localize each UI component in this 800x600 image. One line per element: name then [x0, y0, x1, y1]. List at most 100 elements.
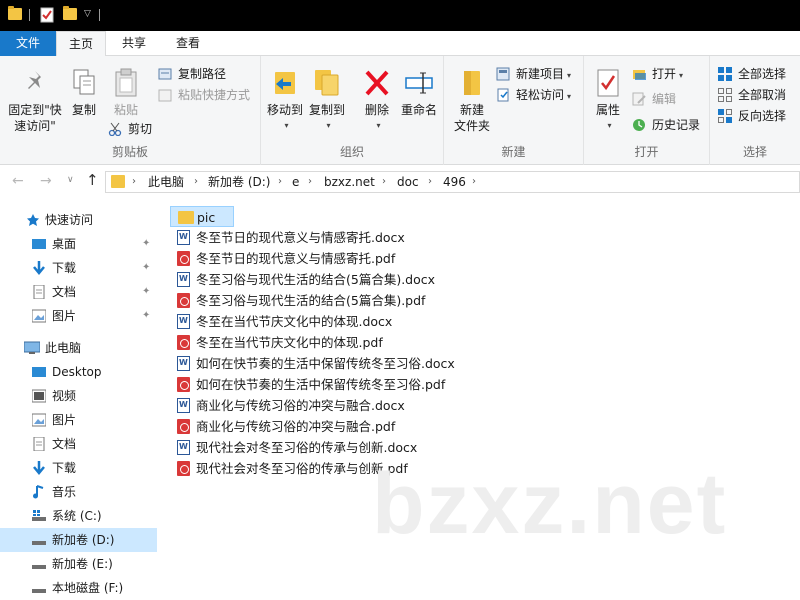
- chevron-down-icon: ▾: [284, 121, 289, 130]
- move-to-button[interactable]: 移动到 ▾: [265, 68, 305, 134]
- nav-this-pc[interactable]: 此电脑: [0, 336, 157, 360]
- new-item-button[interactable]: 新建项目 ▾: [496, 64, 571, 84]
- nav-drive-e[interactable]: 新加卷 (E:): [0, 552, 157, 576]
- chevron-right-icon[interactable]: ›: [472, 172, 476, 192]
- chevron-right-icon[interactable]: ›: [278, 172, 282, 192]
- file-name: 冬至在当代节庆文化中的体现.pdf: [196, 335, 383, 350]
- properties-button[interactable]: 属性 ▾: [590, 68, 626, 134]
- nav-label: 本地磁盘 (F:): [52, 581, 124, 595]
- scissors-icon: [108, 122, 122, 136]
- file-name: 冬至习俗与现代生活的结合(5篇合集).docx: [196, 272, 436, 287]
- rename-button[interactable]: 重命名: [397, 68, 441, 118]
- tab-home[interactable]: 主页: [56, 31, 106, 57]
- back-arrow-icon[interactable]: ←: [12, 173, 24, 189]
- nav-documents-pinned[interactable]: 文档 ✦: [0, 280, 157, 304]
- nav-pictures[interactable]: 图片: [0, 408, 157, 432]
- breadcrumb-bzxz[interactable]: bzxz.net: [324, 172, 375, 192]
- pdf-icon: [177, 377, 190, 392]
- new-folder-button[interactable]: 新建 文件夹: [450, 68, 494, 134]
- nav-drive-c[interactable]: 系统 (C:): [0, 504, 157, 528]
- open-button[interactable]: 打开 ▾: [632, 64, 683, 84]
- open-folder-icon: [633, 70, 646, 80]
- new-folder-icon: [464, 71, 480, 95]
- edit-label: 编辑: [652, 92, 677, 106]
- nav-videos[interactable]: 视频: [0, 384, 157, 408]
- history-button[interactable]: 历史记录: [632, 115, 700, 135]
- breadcrumb-e[interactable]: e: [292, 172, 299, 192]
- copy-button[interactable]: 复制: [66, 68, 102, 118]
- nav-documents[interactable]: 文档: [0, 432, 157, 456]
- new-folder-label-line1: 新建: [459, 103, 484, 117]
- copy-path-button[interactable]: 复制路径: [158, 64, 226, 84]
- navigation-pane: 快速访问 桌面 ✦ 下载 ✦ 文档 ✦ 图片 ✦ 此电脑 Desktop 视频 …: [0, 205, 157, 600]
- file-name: 如何在快节奏的生活中保留传统冬至习俗.docx: [196, 356, 455, 371]
- new-folder-icon[interactable]: [63, 6, 77, 20]
- paste-shortcut-button[interactable]: 粘贴快捷方式: [158, 85, 250, 105]
- nav-label: 文档: [52, 437, 77, 451]
- chevron-down-icon[interactable]: ▽: [84, 9, 91, 19]
- properties-icon[interactable]: [40, 7, 54, 23]
- breadcrumb-doc[interactable]: doc: [397, 172, 419, 192]
- nav-desktop-pinned[interactable]: 桌面 ✦: [0, 232, 157, 256]
- nav-desktop[interactable]: Desktop: [0, 360, 157, 384]
- nav-label: 下载: [52, 461, 77, 475]
- file-name: 如何在快节奏的生活中保留传统冬至习俗.pdf: [196, 377, 446, 392]
- chevron-right-icon[interactable]: ›: [308, 172, 312, 192]
- chevron-right-icon[interactable]: ›: [132, 172, 136, 192]
- file-name: 商业化与传统习俗的冲突与融合.docx: [196, 398, 405, 413]
- pin-icon: ✦: [142, 238, 151, 249]
- pdf-icon: [177, 461, 190, 476]
- new-item-icon: [496, 67, 510, 81]
- picture-icon: [32, 413, 46, 427]
- breadcrumb-drive-d[interactable]: 新加卷 (D:): [208, 172, 270, 192]
- nav-drive-f[interactable]: 本地磁盘 (F:): [0, 576, 157, 600]
- title-bar: ▽: [0, 0, 800, 31]
- desktop-icon: [32, 367, 46, 377]
- up-arrow-icon[interactable]: ↑: [86, 171, 99, 189]
- word-doc-icon: [177, 314, 190, 329]
- chevron-right-icon[interactable]: ›: [428, 172, 432, 192]
- easy-access-icon: [497, 88, 509, 102]
- edit-button[interactable]: 编辑: [632, 89, 676, 109]
- nav-drive-d[interactable]: 新加卷 (D:): [0, 528, 157, 552]
- easy-access-button[interactable]: 轻松访问 ▾: [496, 85, 571, 105]
- breadcrumb-496[interactable]: 496: [443, 172, 466, 192]
- invert-selection-icon: [718, 109, 732, 123]
- delete-button[interactable]: 删除 ▾: [359, 68, 395, 134]
- easy-access-label: 轻松访问: [516, 88, 565, 102]
- folder-icon: [111, 175, 125, 188]
- document-icon: [33, 437, 45, 451]
- nav-quick-access[interactable]: 快速访问: [0, 208, 157, 232]
- select-all-button[interactable]: 全部选择: [718, 64, 786, 84]
- tab-file[interactable]: 文件: [0, 31, 56, 56]
- menu-bar: 文件 主页 共享 查看: [0, 31, 800, 57]
- nav-pictures-pinned[interactable]: 图片 ✦: [0, 304, 157, 328]
- file-name: 商业化与传统习俗的冲突与融合.pdf: [196, 419, 396, 434]
- nav-label: 此电脑: [45, 341, 82, 355]
- folder-row[interactable]: pic: [170, 206, 234, 227]
- cut-button[interactable]: 剪切: [108, 119, 152, 139]
- nav-music[interactable]: 音乐: [0, 480, 157, 504]
- tab-share[interactable]: 共享: [108, 31, 160, 56]
- file-name: 冬至在当代节庆文化中的体现.docx: [196, 314, 393, 329]
- star-icon: [27, 214, 39, 226]
- forward-arrow-icon[interactable]: →: [40, 173, 52, 189]
- divider: [99, 9, 100, 21]
- recent-chevron-icon[interactable]: ∨: [67, 175, 74, 185]
- file-name: 冬至节日的现代意义与情感寄托.docx: [196, 230, 405, 245]
- nav-downloads[interactable]: 下载: [0, 456, 157, 480]
- breadcrumb-this-pc[interactable]: 此电脑: [148, 172, 184, 192]
- invert-selection-button[interactable]: 反向选择: [718, 106, 786, 126]
- select-none-button[interactable]: 全部取消: [718, 85, 786, 105]
- chevron-right-icon[interactable]: ›: [382, 172, 386, 192]
- nav-downloads-pinned[interactable]: 下载 ✦: [0, 256, 157, 280]
- chevron-right-icon[interactable]: ›: [194, 172, 198, 192]
- properties-label: 属性: [595, 103, 620, 117]
- copy-path-label: 复制路径: [178, 67, 227, 81]
- paste-button[interactable]: 粘贴: [106, 68, 146, 118]
- pin-quick-access-button[interactable]: 固定到"快 速访问": [4, 68, 66, 134]
- address-bar[interactable]: › 此电脑 › 新加卷 (D:) › e › bzxz.net › doc › …: [105, 171, 800, 193]
- copy-path-icon: [158, 68, 172, 80]
- tab-view[interactable]: 查看: [162, 31, 214, 56]
- copy-to-button[interactable]: 复制到 ▾: [307, 68, 347, 134]
